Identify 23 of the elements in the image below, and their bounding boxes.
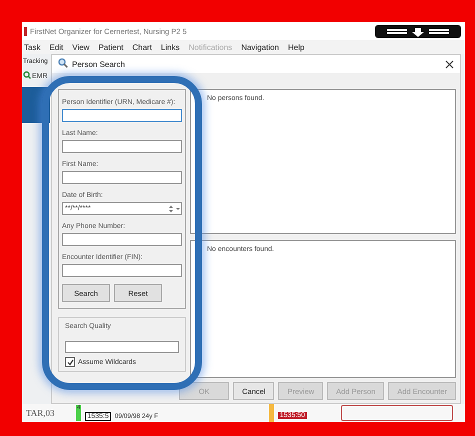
menu-item[interactable]: Chart — [132, 42, 152, 52]
menu-item[interactable]: Help — [288, 42, 304, 52]
menu-item[interactable]: Patient — [98, 42, 124, 52]
spinner-icon[interactable] — [167, 204, 181, 214]
toolbar-widget-icon[interactable] — [375, 24, 461, 38]
dialog-title: Person Search — [72, 60, 125, 68]
close-icon[interactable] — [445, 60, 454, 68]
search-icon — [23, 71, 31, 81]
menu-item[interactable]: Navigation — [241, 42, 279, 52]
menu-item[interactable]: View — [72, 42, 90, 52]
input-field[interactable] — [62, 140, 182, 153]
search-icon — [58, 58, 68, 70]
input-field[interactable] — [62, 171, 182, 184]
status-bar-marker — [268, 404, 274, 422]
menu-item[interactable]: Links — [160, 42, 180, 52]
app-icon — [24, 26, 27, 36]
checkbox[interactable] — [65, 357, 75, 367]
menu-item[interactable]: Task — [24, 42, 40, 52]
menu-item[interactable]: Edit — [49, 42, 64, 52]
input-field[interactable] — [62, 264, 182, 277]
input-field[interactable] — [62, 233, 182, 246]
input-field[interactable] — [62, 109, 182, 122]
table-cell-text: TAR,03 — [26, 408, 56, 418]
